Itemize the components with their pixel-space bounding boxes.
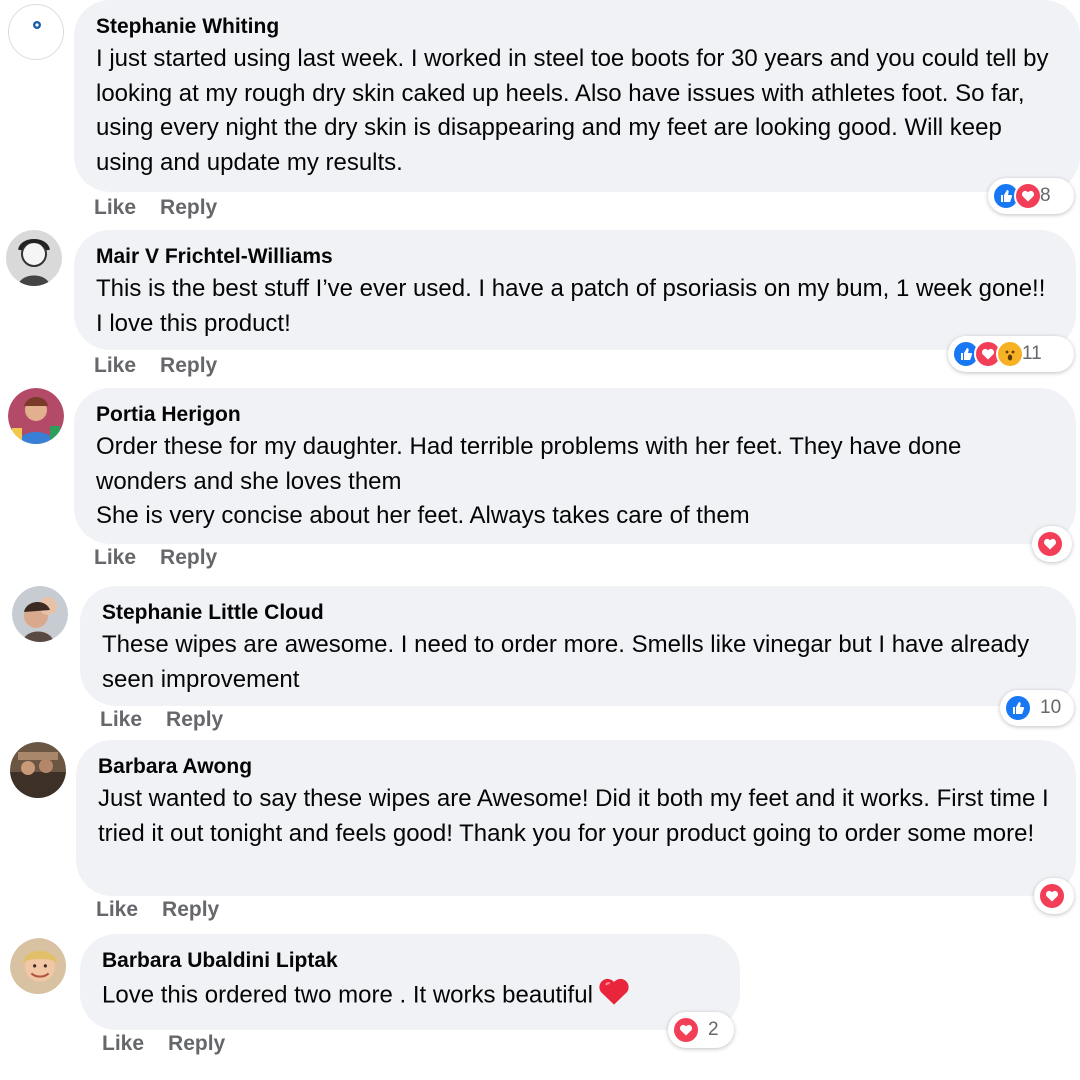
like-button[interactable]: Like (94, 196, 136, 220)
love-reaction-icon (1038, 882, 1066, 910)
reaction-count: 2 (708, 1019, 719, 1040)
avatar[interactable] (12, 586, 68, 642)
reaction-summary[interactable] (1034, 878, 1074, 914)
avatar[interactable] (10, 938, 66, 994)
reply-button[interactable]: Reply (162, 898, 219, 922)
comment-text: This is the best stuff I’ve ever used. I… (96, 275, 1053, 337)
reply-button[interactable]: Reply (168, 1032, 225, 1056)
reply-button[interactable]: Reply (160, 546, 217, 570)
comment-bubble: Stephanie Little Cloud These wipes are a… (80, 586, 1076, 706)
comment-author[interactable]: Barbara Ubaldini Liptak (102, 946, 718, 976)
reply-button[interactable]: Reply (160, 354, 217, 378)
comment-text-content: Love this ordered two more . It works be… (102, 981, 593, 1009)
comment-actions: Like Reply (94, 354, 241, 378)
love-reaction-icon (1036, 530, 1064, 558)
comment-actions: Like Reply (94, 546, 241, 570)
comment-text: I just started using last week. I worked… (96, 45, 1056, 176)
avatar[interactable] (6, 230, 62, 286)
like-reaction-icon (1004, 694, 1032, 722)
comment-author[interactable]: Barbara Awong (98, 752, 1054, 782)
reply-button[interactable]: Reply (166, 708, 223, 732)
love-reaction-icon (1014, 182, 1042, 210)
comment-actions: Like Reply (100, 708, 247, 732)
comment-bubble: Barbara Awong Just wanted to say these w… (76, 740, 1076, 896)
comment-bubble: Stephanie Whiting I just started using l… (74, 0, 1080, 192)
like-button[interactable]: Like (94, 546, 136, 570)
comment-bubble: Mair V Frichtel-Williams This is the bes… (74, 230, 1076, 350)
comment-text: Love this ordered two more . It works be… (102, 976, 718, 1017)
avatar[interactable] (8, 4, 64, 60)
reaction-count: 11 (1022, 343, 1042, 364)
reaction-summary[interactable]: 10 (1000, 690, 1074, 726)
red-heart-icon (597, 976, 631, 1017)
like-button[interactable]: Like (96, 898, 138, 922)
like-button[interactable]: Like (94, 354, 136, 378)
comment-bubble: Barbara Ubaldini Liptak Love this ordere… (80, 934, 740, 1030)
comment-author[interactable]: Mair V Frichtel-Williams (96, 242, 1054, 272)
comment-author[interactable]: Stephanie Little Cloud (102, 598, 1054, 628)
comment-bubble: Portia Herigon Order these for my daught… (74, 388, 1076, 544)
comment-actions: Like Reply (102, 1032, 249, 1056)
reaction-summary[interactable]: 2 (668, 1012, 734, 1048)
wow-reaction-icon (996, 340, 1024, 368)
comment-actions: Like Reply (94, 196, 241, 220)
reaction-count: 8 (1040, 185, 1051, 206)
reaction-summary[interactable] (1032, 526, 1072, 562)
reaction-summary[interactable]: 11 (948, 336, 1074, 372)
comment-author[interactable]: Portia Herigon (96, 400, 1054, 430)
love-reaction-icon (672, 1016, 700, 1044)
avatar[interactable] (10, 742, 66, 798)
reaction-summary[interactable]: 8 (988, 178, 1074, 214)
comment-author[interactable]: Stephanie Whiting (96, 12, 1058, 42)
like-button[interactable]: Like (100, 708, 142, 732)
avatar[interactable] (8, 388, 64, 444)
reply-button[interactable]: Reply (160, 196, 217, 220)
comment-text: Order these for my daughter. Had terribl… (96, 433, 962, 529)
comment-text: Just wanted to say these wipes are Aweso… (98, 785, 1056, 847)
like-button[interactable]: Like (102, 1032, 144, 1056)
reaction-count: 10 (1040, 697, 1062, 718)
comment-actions: Like Reply (96, 898, 243, 922)
comment-text: These wipes are awesome. I need to order… (102, 631, 1036, 693)
